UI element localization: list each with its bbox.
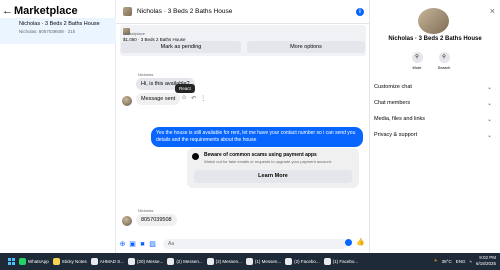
menu-label: Privacy & support [374,132,418,138]
message-bubble[interactable]: Message sent [136,93,181,105]
shield-icon [192,153,199,160]
menu-label: Chat members [374,100,411,106]
menu-customize-chat[interactable]: Customize chat ⌄ [374,84,496,91]
search-icon: ⚲ [438,52,450,63]
menu-label: Customize chat [374,84,412,90]
mark-as-pending-button[interactable]: Mark as pending [121,41,241,53]
taskbar-app-label: Sticky Notes [61,259,87,264]
more-options-button[interactable]: More options [247,41,365,53]
react-tooltip: React [175,84,195,93]
menu-media-files-links[interactable]: Media, files and links ⌄ [374,116,496,123]
chevron-down-icon: ⌄ [486,117,492,123]
chat-header: Nicholas · 3 Beds 2 Baths House i [116,0,370,24]
details-pane: × Nicholas · 3 Beds 2 Baths House ⚲ Mute… [370,0,500,253]
back-arrow-icon[interactable]: ← [2,5,14,17]
details-title: Nicholas · 3 Beds 2 Baths House [388,36,482,42]
chrome-icon [245,258,253,265]
bell-icon: ⚲ [411,52,423,63]
message-bubble-outgoing[interactable]: Yes the house is still available for ren… [151,127,363,147]
listing-thumbnail-large[interactable] [418,8,449,34]
conversation-title: Nicholas · 3 Beds 2 Baths House [19,21,100,27]
gif-icon[interactable]: ▨ [149,241,156,248]
taskbar-app-label: (2) Messen... [215,259,242,264]
messenger-window: ← Marketplace Nicholas · 3 Beds 2 Baths … [0,0,500,253]
chat-title[interactable]: Nicholas · 3 Beds 2 Baths House [137,8,232,15]
chrome-icon [206,258,214,265]
reply-icon[interactable]: ↶ [191,95,196,102]
taskbar-app[interactable]: Sticky Notes [52,258,87,265]
sender-name: Nicholas [138,72,154,77]
wifi-icon[interactable]: ≈ [469,259,471,264]
plus-icon[interactable]: ⊕ [119,241,126,248]
weather-icon: ☀ [433,258,438,263]
search-label: Search [437,65,451,70]
chrome-icon [90,258,98,265]
whatsapp-icon [19,258,26,265]
composer: ⊕ ▣ ■ ▨ Aa 👍 [116,237,370,252]
weather-temp[interactable]: 38°C [442,259,452,264]
menu-label: Media, files and links [374,116,426,122]
learn-more-button[interactable]: Learn More [194,170,352,183]
chrome-icon [128,258,136,265]
avatar[interactable] [122,216,132,226]
clock[interactable]: 9:02 PM 6/18/2025 [476,255,496,267]
chevron-down-icon: ⌄ [486,101,492,107]
photo-icon[interactable]: ▣ [129,241,136,248]
taskbar-app-label: (2) Facebo... [294,259,320,264]
listing-label: Marketplace [123,31,145,36]
message-actions: ☺ ↶ ⋮ [181,95,206,102]
taskbar-app[interactable]: (1) Messen... [245,258,282,265]
conversation-item[interactable]: Nicholas · 3 Beds 2 Baths House Nicholas… [0,18,116,44]
left-pane: ← Marketplace Nicholas · 3 Beds 2 Baths … [0,0,116,253]
taskbar: WhatsApp Sticky Notes AHMAD S... (20) Me… [0,253,500,270]
listing-thumbnail[interactable] [123,7,132,16]
search-button[interactable]: ⚲ Search [437,52,451,70]
taskbar-app[interactable]: (2) Facebo... [285,258,320,265]
avatar[interactable] [122,96,132,106]
close-icon[interactable]: × [490,6,495,16]
taskbar-app-label: (20) Messe... [137,259,164,264]
taskbar-app-label: AHMAD S... [99,259,125,264]
taskbar-app-label: (1) Messen... [254,259,282,264]
mute-label: Mute [412,65,422,70]
taskbar-app[interactable]: WhatsApp [19,258,49,265]
sticker-icon[interactable]: ■ [139,241,146,248]
info-icon[interactable]: i [356,8,364,16]
taskbar-app-label: WhatsApp [28,259,49,264]
sender-name: Nicholas [138,208,154,213]
taskbar-app[interactable]: (20) Messe... [128,258,163,265]
taskbar-app[interactable]: AHMAD S... [90,258,125,265]
windows-start-icon[interactable] [8,258,15,265]
message-input[interactable]: Aa [163,239,348,249]
taskbar-app[interactable]: (2) Messen... [206,258,242,265]
date: 6/18/2025 [475,261,496,266]
taskbar-app[interactable]: (2) Messen... [167,258,203,265]
mute-button[interactable]: ⚲ Mute [410,52,424,70]
chrome-icon [323,258,331,265]
page-title: Marketplace [14,5,78,17]
react-icon[interactable]: ☺ [181,95,187,102]
language-indicator[interactable]: ENG [456,259,466,264]
like-icon[interactable]: 👍 [356,238,365,246]
chevron-down-icon: ⌄ [486,133,492,139]
taskbar-app-label: (1) Facebo... [332,259,359,264]
more-icon[interactable]: ⋮ [200,95,206,102]
message-bubble[interactable]: 8057039508 [136,214,177,226]
system-tray: ☀ 38°C ENG ≈ 9:02 PM 6/18/2025 [434,255,496,267]
taskbar-app-label: (2) Messen... [176,259,203,264]
chat-pane: Nicholas · 3 Beds 2 Baths House i Market… [116,0,370,253]
menu-chat-members[interactable]: Chat members ⌄ [374,100,496,107]
sticky-notes-icon [52,258,60,265]
scam-warning-description: Watch out for fake emails or requests to… [204,159,332,164]
scam-warning-card: Beware of common scams using payment app… [187,148,359,188]
chrome-icon [167,258,175,265]
scam-warning-title: Beware of common scams using payment app… [204,152,317,158]
chevron-down-icon: ⌄ [486,85,492,91]
taskbar-app[interactable]: (1) Facebo... [323,258,359,265]
chrome-icon [285,258,293,265]
emoji-icon[interactable] [345,239,352,246]
conversation-subtitle: Nicholas: 8057039508 · 21h [19,29,76,34]
menu-privacy-support[interactable]: Privacy & support ⌄ [374,132,496,139]
